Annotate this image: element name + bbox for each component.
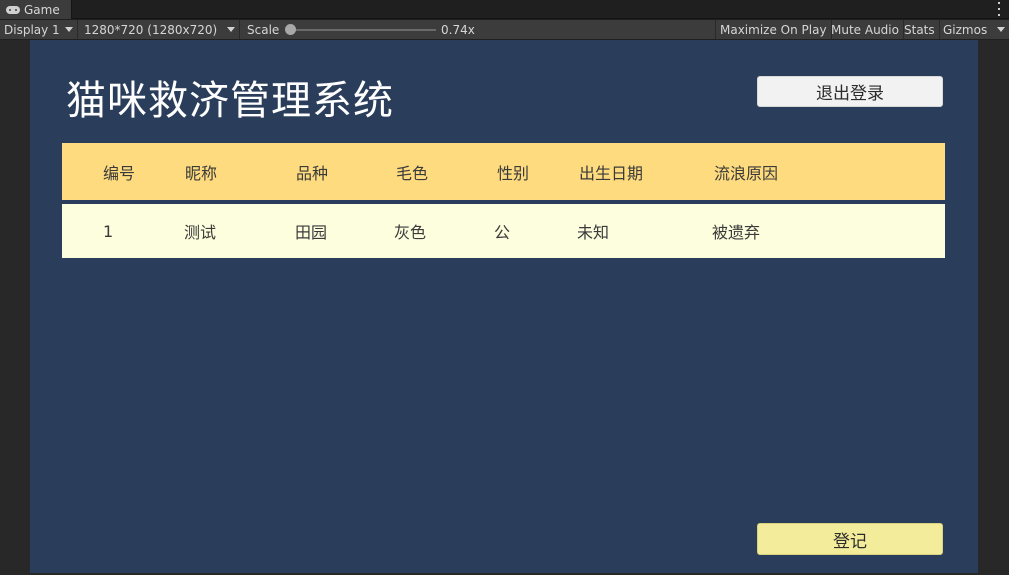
scale-slider-track[interactable] [290,29,436,31]
logout-button[interactable]: 退出登录 [757,76,943,107]
chevron-down-icon [65,27,73,32]
scale-slider-thumb[interactable] [285,24,296,35]
table-row[interactable]: 1 测试 田园 灰色 公 未知 被遗弃 [62,204,945,258]
column-header-gender: 性别 [497,163,530,183]
column-header-birthdate: 出生日期 [579,163,644,183]
editor-tab-bar: Game [0,0,1009,19]
gizmos-label: Gizmos [943,22,988,37]
page-title: 猫咪救济管理系统 [66,78,394,124]
table-header: 编号 昵称 品种 毛色 性别 出生日期 流浪原因 [62,143,945,200]
game-tab-label: Game [24,2,60,17]
cell-gender: 公 [494,223,511,242]
chevron-down-icon [227,27,235,32]
column-header-id: 编号 [103,163,136,183]
cell-birthdate: 未知 [577,223,610,242]
cell-color: 灰色 [394,223,427,242]
game-tab[interactable]: Game [0,0,72,19]
maximize-on-play-toggle[interactable]: Maximize On Play [715,20,832,39]
column-header-nickname: 昵称 [185,163,218,183]
scale-label: Scale [247,22,280,37]
cell-reason: 被遗弃 [712,223,761,242]
register-button[interactable]: 登记 [757,523,943,555]
column-header-breed: 品种 [296,163,329,183]
stats-toggle[interactable]: Stats [900,20,940,39]
column-header-reason: 流浪原因 [714,163,779,183]
game-screen: 猫咪救济管理系统 退出登录 编号 昵称 品种 毛色 性别 出生日期 流浪原因 1… [30,40,978,573]
game-view-toolbar: Display 1 1280*720 (1280x720) Scale 0.74… [0,20,1009,40]
resolution-dropdown[interactable]: 1280*720 (1280x720) [80,20,240,39]
mute-audio-toggle[interactable]: Mute Audio [827,20,904,39]
chevron-down-icon [997,27,1005,32]
scale-value: 0.74x [441,22,475,37]
resolution-label: 1280*720 (1280x720) [84,22,218,37]
column-header-color: 毛色 [396,163,429,183]
cell-nickname: 测试 [184,223,217,242]
display-label: Display 1 [4,22,60,37]
gamepad-icon [6,5,20,14]
cell-id: 1 [103,221,114,241]
gizmos-dropdown[interactable]: Gizmos [939,20,1009,39]
cell-breed: 田园 [295,223,328,242]
display-dropdown[interactable]: Display 1 [0,20,78,39]
more-options-icon[interactable] [997,2,1001,16]
